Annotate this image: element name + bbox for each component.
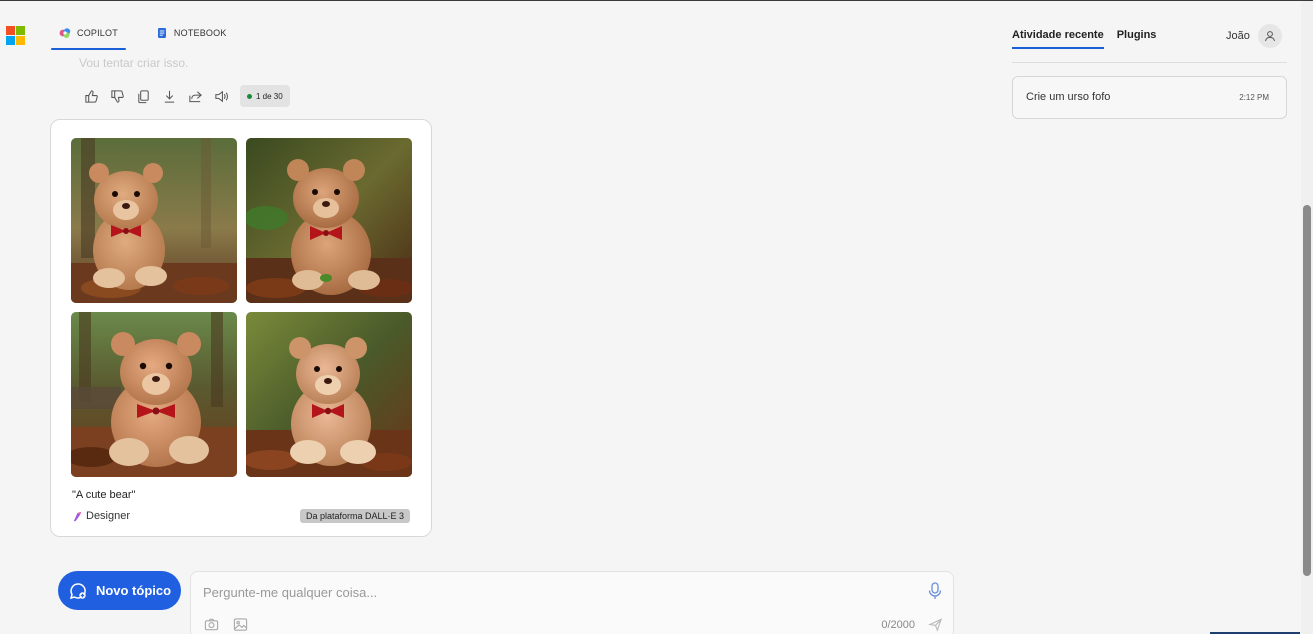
copilot-icon [59, 28, 71, 38]
chat-input[interactable] [203, 580, 903, 604]
character-count: 0/2000 [881, 619, 915, 631]
tab-copilot[interactable]: COPILOT [51, 23, 126, 50]
image-upload-icon[interactable] [233, 617, 248, 632]
chat-composer: 0/2000 [190, 571, 954, 634]
thumbs-down-icon [111, 89, 124, 103]
share-icon [189, 90, 202, 102]
response-counter-text: 1 de 30 [256, 91, 283, 101]
copy-button[interactable] [135, 88, 152, 105]
teddy-bear-image-1[interactable] [71, 138, 237, 303]
designer-icon [73, 511, 82, 521]
designer-label: Designer [86, 510, 131, 522]
new-chat-icon [69, 582, 86, 599]
tab-plugins[interactable]: Plugins [1117, 29, 1157, 47]
teddy-bear-image-4[interactable] [246, 312, 412, 477]
teddy-bear-image-2[interactable] [246, 138, 412, 303]
camera-icon[interactable] [204, 617, 219, 632]
microphone-icon[interactable] [927, 582, 943, 600]
tab-recent-activity[interactable]: Atividade recente [1012, 29, 1104, 49]
copy-icon [138, 89, 149, 103]
tab-copilot-label: COPILOT [77, 28, 118, 38]
image-result-card: "A cute bear" Designer Da plataforma DAL… [50, 119, 432, 537]
tab-notebook-label: NOTEBOOK [173, 28, 227, 38]
user-name: João [1226, 30, 1250, 42]
download-icon [164, 90, 175, 103]
previous-bot-message: Vou tentar criar isso. [79, 56, 189, 70]
response-counter: 1 de 30 [240, 85, 290, 107]
platform-badge: Da plataforma DALL·E 3 [299, 509, 410, 523]
right-panel-tabs: Atividade recente Plugins [1012, 29, 1157, 49]
scrollbar-thumb[interactable] [1303, 205, 1311, 576]
status-dot [247, 93, 252, 99]
history-item-time: 2:12 PM [1239, 93, 1269, 102]
thumbs-up-button[interactable] [83, 88, 100, 105]
thumbs-down-button[interactable] [109, 88, 126, 105]
designer-link[interactable]: Designer [72, 510, 130, 522]
thumbs-up-icon [85, 89, 98, 103]
page-scrollbar[interactable] [1301, 1, 1313, 634]
teddy-bear-image-3[interactable] [71, 312, 237, 477]
right-panel-divider [1012, 62, 1287, 63]
tab-notebook[interactable]: NOTEBOOK [148, 23, 235, 43]
image-caption: "A cute bear" [72, 489, 136, 501]
send-icon[interactable] [928, 617, 943, 632]
user-icon [1265, 31, 1275, 42]
top-tabs: COPILOT NOTEBOOK [51, 23, 235, 50]
new-topic-label: Novo tópico [95, 583, 172, 598]
download-button[interactable] [161, 88, 178, 105]
share-button[interactable] [187, 88, 204, 105]
speaker-icon [215, 90, 228, 102]
history-item[interactable]: Crie um urso fofo 2:12 PM [1012, 76, 1287, 119]
avatar[interactable] [1258, 24, 1282, 48]
message-actions: 1 de 30 [83, 85, 290, 107]
new-topic-button[interactable]: Novo tópico [58, 571, 181, 610]
read-aloud-button[interactable] [213, 88, 230, 105]
history-item-title: Crie um urso fofo [1026, 91, 1111, 103]
notebook-icon [157, 28, 166, 38]
microsoft-logo [6, 26, 25, 45]
